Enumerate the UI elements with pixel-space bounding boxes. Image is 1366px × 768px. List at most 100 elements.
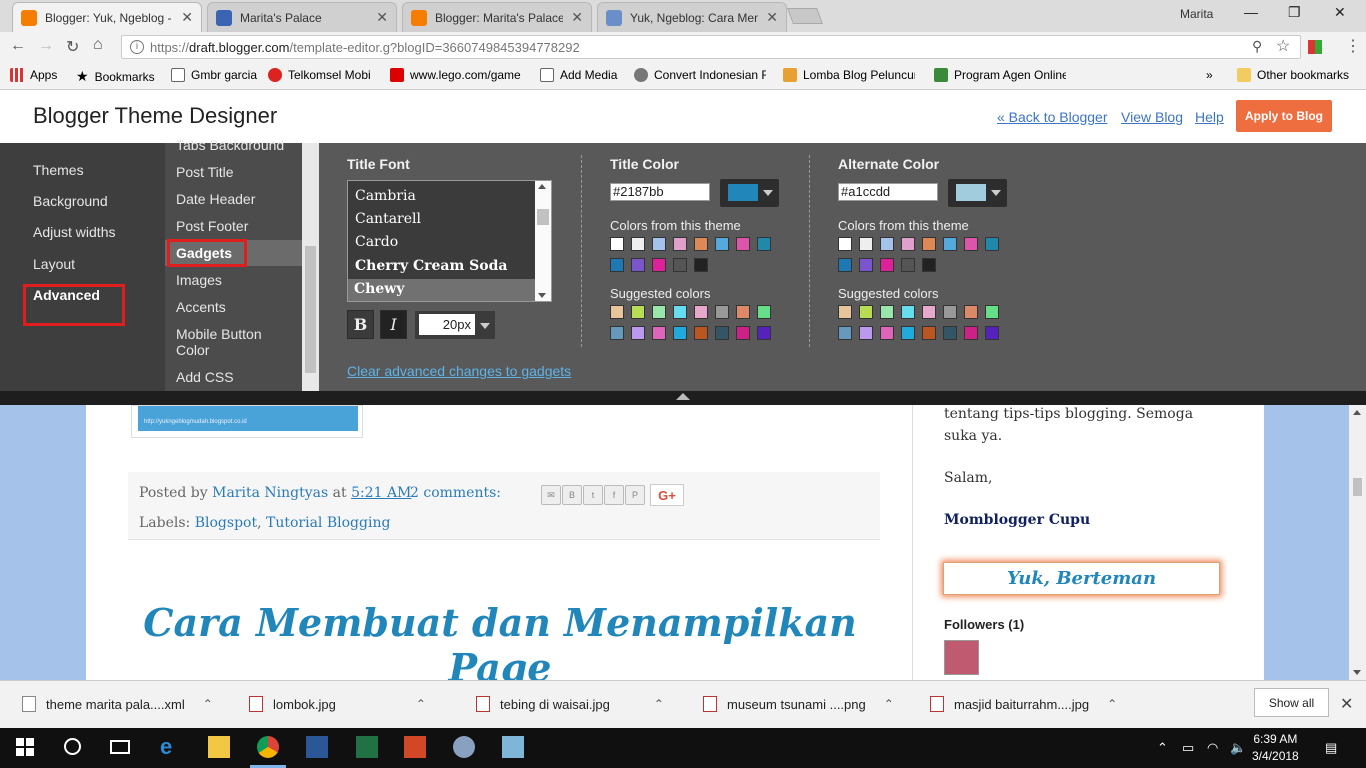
download-item[interactable]: theme marita pala....xml ⌃ bbox=[22, 680, 213, 728]
address-bar[interactable]: i https://draft.blogger.com/template-edi… bbox=[121, 35, 1301, 59]
color-swatch[interactable] bbox=[838, 305, 852, 319]
color-swatch[interactable] bbox=[943, 326, 957, 340]
color-swatch[interactable] bbox=[610, 237, 624, 251]
color-swatch[interactable] bbox=[610, 326, 624, 340]
color-swatch[interactable] bbox=[736, 305, 750, 319]
color-swatch[interactable] bbox=[736, 326, 750, 340]
chevron-up-icon[interactable]: ⌃ bbox=[203, 697, 213, 711]
browser-tab-4[interactable]: Yuk, Ngeblog: Cara Mem ✕ bbox=[597, 2, 787, 32]
color-swatch[interactable] bbox=[880, 305, 894, 319]
color-swatch[interactable] bbox=[901, 305, 915, 319]
wifi-icon[interactable]: ◠ bbox=[1207, 740, 1218, 756]
nav-adjust-widths[interactable]: Adjust widths bbox=[33, 224, 115, 240]
avatar[interactable] bbox=[944, 640, 979, 675]
color-swatch[interactable] bbox=[922, 237, 936, 251]
color-swatch[interactable] bbox=[757, 305, 771, 319]
close-icon[interactable]: ✕ bbox=[766, 9, 778, 26]
color-swatch[interactable] bbox=[964, 326, 978, 340]
subnav-post-title[interactable]: Post Title bbox=[176, 164, 234, 180]
minimize-icon[interactable]: — bbox=[1244, 4, 1258, 20]
bookmark-convert[interactable]: Convert Indonesian R bbox=[634, 68, 766, 82]
color-swatch[interactable] bbox=[922, 326, 936, 340]
browser-tab-1[interactable]: Blogger: Yuk, Ngeblog - ✕ bbox=[12, 2, 202, 32]
color-swatch[interactable] bbox=[715, 237, 729, 251]
view-blog-link[interactable]: View Blog bbox=[1121, 109, 1183, 125]
bookmark-add-media[interactable]: Add Media bbox=[540, 68, 617, 82]
clock[interactable]: 6:39 AM 3/4/2018 bbox=[1252, 731, 1299, 765]
color-swatch[interactable] bbox=[964, 305, 978, 319]
color-swatch[interactable] bbox=[673, 237, 687, 251]
close-icon[interactable]: ✕ bbox=[1340, 694, 1353, 714]
color-swatch[interactable] bbox=[631, 258, 645, 272]
pinterest-icon[interactable]: P bbox=[625, 485, 645, 505]
color-swatch[interactable] bbox=[922, 258, 936, 272]
color-swatch[interactable] bbox=[673, 326, 687, 340]
bookmark-gmbr[interactable]: Gmbr garcia bbox=[171, 68, 257, 82]
download-item[interactable]: tebing di waisai.jpg ⌃ bbox=[476, 680, 664, 728]
color-swatch[interactable] bbox=[880, 237, 894, 251]
bookmark-bookmarks[interactable]: ★ Bookmarks bbox=[76, 68, 155, 85]
email-icon[interactable]: ✉ bbox=[541, 485, 561, 505]
zoom-icon[interactable]: ⚲ bbox=[1252, 38, 1262, 55]
color-swatch[interactable] bbox=[694, 326, 708, 340]
color-swatch[interactable] bbox=[631, 326, 645, 340]
color-swatch[interactable] bbox=[610, 305, 624, 319]
color-swatch[interactable] bbox=[838, 237, 852, 251]
color-swatch[interactable] bbox=[859, 237, 873, 251]
preview-scrollbar[interactable] bbox=[1349, 405, 1366, 680]
alternate-color-input[interactable]: #a1ccdd bbox=[838, 183, 938, 201]
apply-to-blog-button[interactable]: Apply to Blog bbox=[1236, 100, 1332, 132]
download-item[interactable]: masjid baiturrahm....jpg ⌃ bbox=[930, 680, 1117, 728]
download-item[interactable]: museum tsunami ....png ⌃ bbox=[703, 680, 894, 728]
color-swatch[interactable] bbox=[943, 305, 957, 319]
color-swatch[interactable] bbox=[964, 237, 978, 251]
facebook-icon[interactable]: f bbox=[604, 485, 624, 505]
subnav-post-footer[interactable]: Post Footer bbox=[176, 218, 248, 234]
twitter-icon[interactable]: t bbox=[583, 485, 603, 505]
back-icon[interactable]: ← bbox=[10, 37, 26, 55]
volume-icon[interactable]: 🔈 bbox=[1230, 740, 1246, 756]
close-icon[interactable]: ✕ bbox=[376, 9, 388, 26]
excel-icon[interactable] bbox=[356, 736, 378, 758]
color-swatch[interactable] bbox=[652, 305, 666, 319]
bookmark-lomba[interactable]: Lomba Blog Peluncur bbox=[783, 68, 915, 82]
clear-advanced-link[interactable]: Clear advanced changes to gadgets bbox=[347, 363, 571, 379]
subnav-accents[interactable]: Accents bbox=[176, 299, 226, 315]
color-swatch[interactable] bbox=[694, 305, 708, 319]
author-link[interactable]: Marita Ningtyas bbox=[212, 485, 328, 501]
chevron-up-icon[interactable]: ⌃ bbox=[1157, 740, 1168, 756]
color-swatch[interactable] bbox=[922, 305, 936, 319]
bookmark-apps[interactable]: Apps bbox=[10, 68, 57, 82]
color-swatch[interactable] bbox=[631, 305, 645, 319]
subnav-mobile-button-color-2[interactable]: Color bbox=[176, 342, 209, 358]
battery-icon[interactable]: ▭ bbox=[1182, 740, 1194, 756]
subnav-tabs-background[interactable]: Tabs Background bbox=[176, 137, 296, 150]
close-icon[interactable]: ✕ bbox=[571, 9, 583, 26]
bold-button[interactable]: B bbox=[347, 310, 374, 339]
chevron-up-icon[interactable]: ⌃ bbox=[416, 697, 426, 711]
subnav-date-header[interactable]: Date Header bbox=[176, 191, 255, 207]
chrome-icon[interactable] bbox=[257, 736, 279, 758]
gplus-button[interactable]: G+ bbox=[650, 484, 684, 506]
color-swatch[interactable] bbox=[880, 258, 894, 272]
font-option[interactable]: Cantarell bbox=[355, 211, 421, 227]
app-icon[interactable] bbox=[502, 736, 524, 758]
blogthis-icon[interactable]: B bbox=[562, 485, 582, 505]
profile-name[interactable]: Marita bbox=[1180, 7, 1213, 21]
chevron-up-icon[interactable]: ⌃ bbox=[1107, 697, 1117, 711]
home-icon[interactable]: ⌂ bbox=[93, 36, 103, 54]
subnav-images[interactable]: Images bbox=[176, 272, 222, 288]
nav-themes[interactable]: Themes bbox=[33, 162, 84, 178]
label-link[interactable]: Tutorial Blogging bbox=[266, 515, 390, 531]
show-all-button[interactable]: Show all bbox=[1254, 688, 1329, 717]
chevron-up-icon[interactable]: ⌃ bbox=[654, 697, 664, 711]
label-link[interactable]: Blogspot bbox=[195, 515, 257, 531]
bookmark-lego[interactable]: www.lego.com/game bbox=[390, 68, 525, 82]
reload-icon[interactable]: ↻ bbox=[66, 37, 79, 57]
task-view-icon[interactable] bbox=[109, 736, 131, 758]
color-swatch[interactable] bbox=[859, 258, 873, 272]
help-link[interactable]: Help bbox=[1195, 109, 1224, 125]
download-item[interactable]: lombok.jpg ⌃ bbox=[249, 680, 426, 728]
color-swatch[interactable] bbox=[757, 326, 771, 340]
color-swatch[interactable] bbox=[610, 258, 624, 272]
